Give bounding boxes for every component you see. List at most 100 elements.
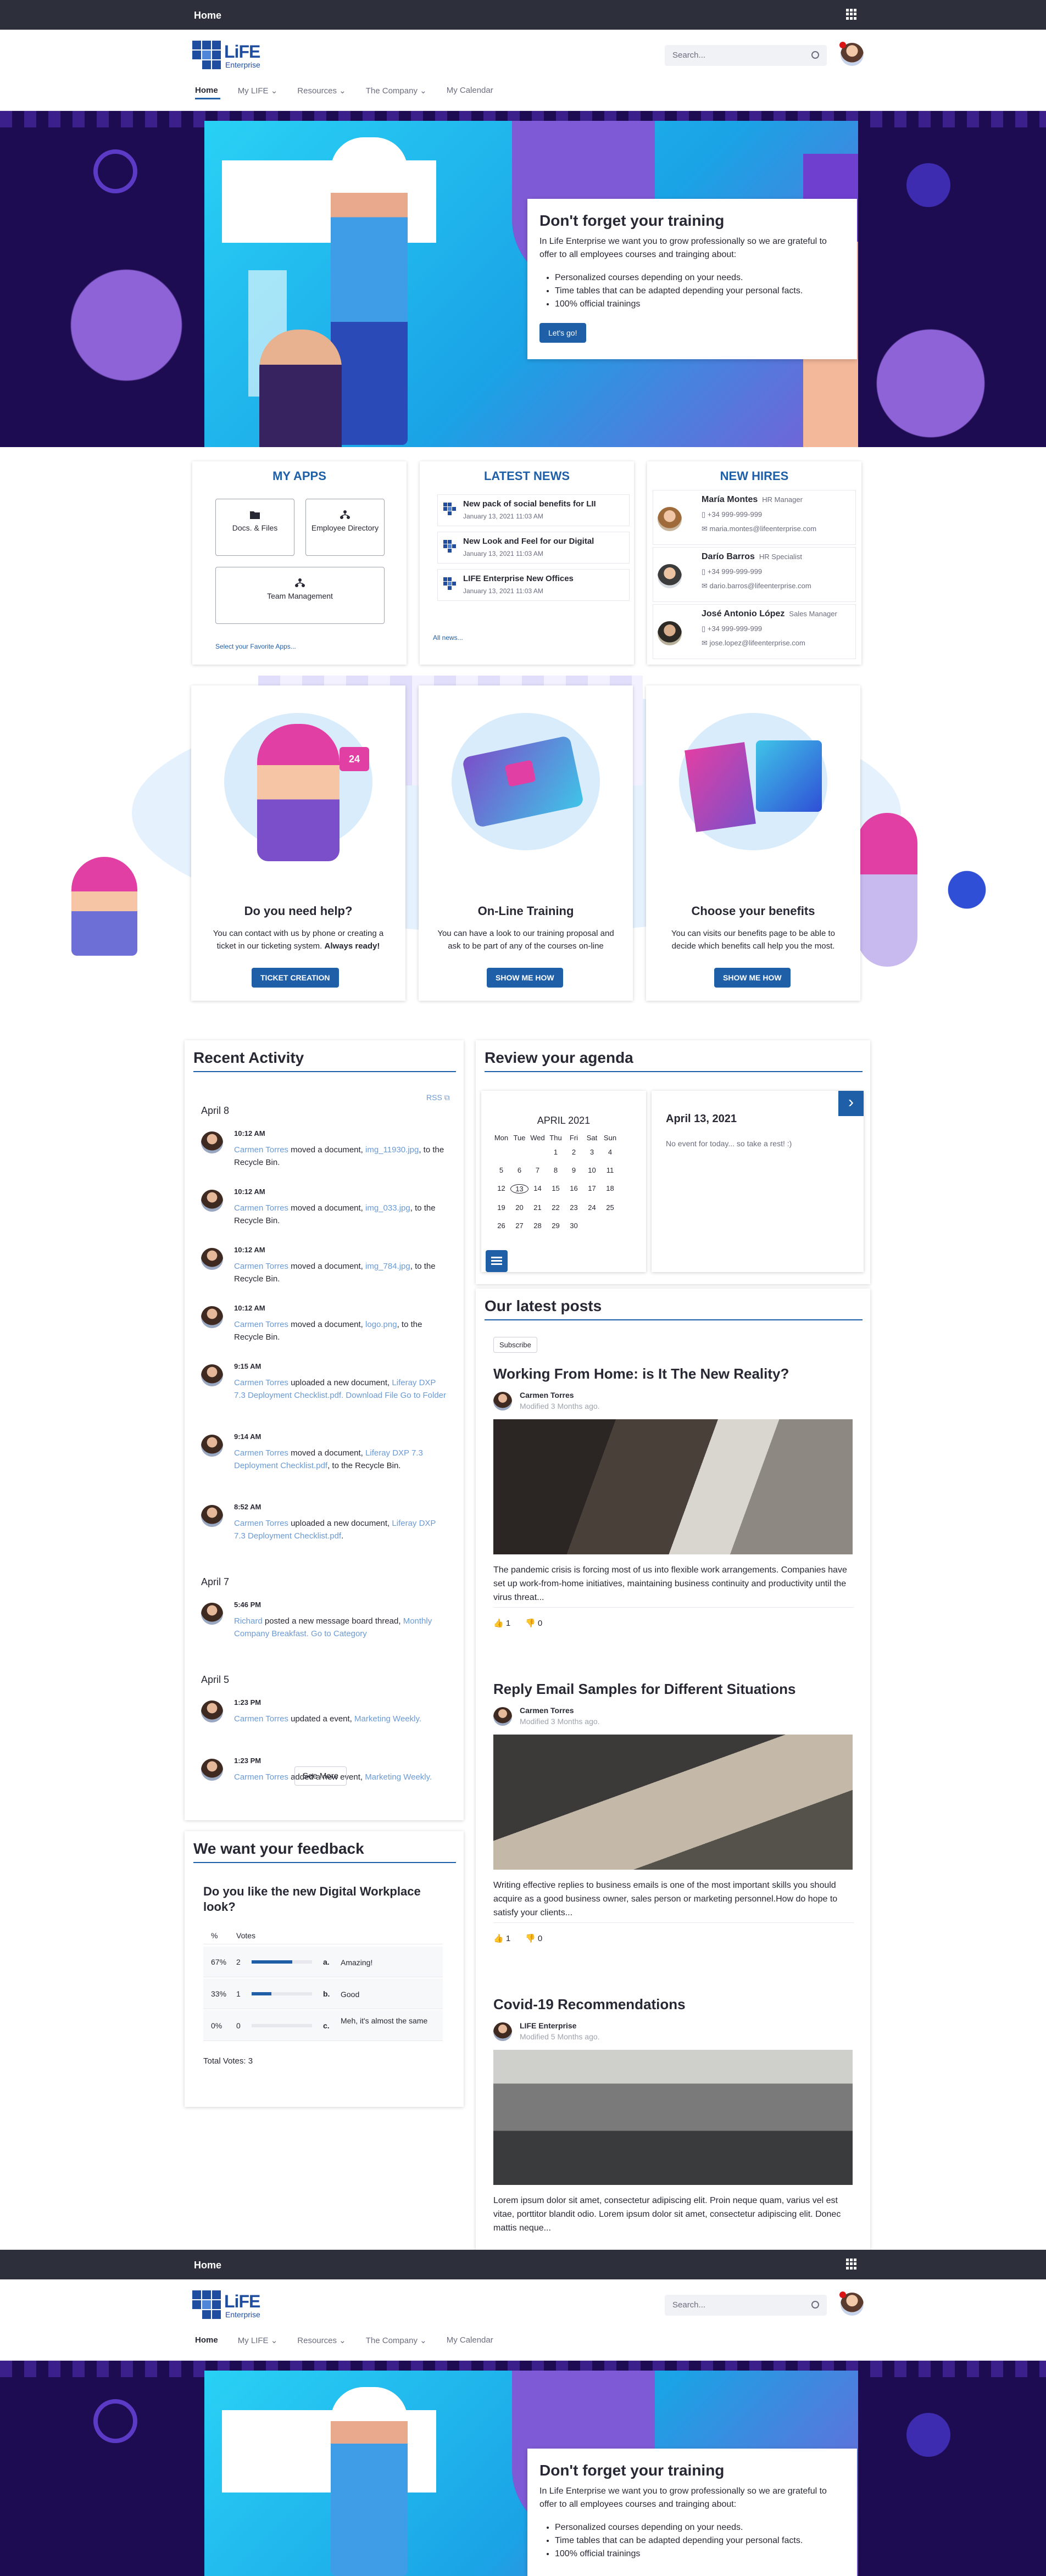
calendar-day[interactable]: 18 (601, 1184, 619, 1194)
calendar-day[interactable]: 15 (547, 1184, 565, 1194)
app-team-management[interactable]: Team Management (215, 567, 385, 624)
calendar-day[interactable]: 7 (528, 1166, 547, 1174)
activity-target-link[interactable]: Marketing Weekly. (354, 1714, 421, 1724)
calendar-day[interactable]: 19 (492, 1203, 510, 1212)
nav-my-life[interactable]: My LIFE ⌄ (238, 86, 278, 96)
show-me-how-button[interactable]: SHOW ME HOW (487, 968, 563, 988)
calendar-day[interactable]: 25 (601, 1203, 619, 1212)
post-title[interactable]: Reply Email Samples for Different Situat… (493, 1681, 795, 1698)
app-docs-files[interactable]: Docs. & Files (215, 499, 294, 556)
post-title[interactable]: Covid-19 Recommendations (493, 1996, 686, 2013)
post-image[interactable] (493, 1735, 853, 1870)
select-favorite-apps-link[interactable]: Select your Favorite Apps... (215, 643, 296, 650)
activity-target-link[interactable]: img_784.jpg (365, 1262, 410, 1271)
site-logo[interactable]: LiFE Enterprise (192, 41, 264, 69)
menu-icon[interactable] (486, 1250, 508, 1272)
news-item[interactable]: New Look and Feel for our Digital Januar… (437, 532, 630, 564)
search-icon[interactable] (811, 51, 819, 59)
activity-user-link[interactable]: Carmen Torres (234, 1448, 288, 1458)
activity-user-link[interactable]: Carmen Torres (234, 1378, 288, 1387)
calendar-day[interactable]: 16 (565, 1184, 583, 1194)
ticket-creation-button[interactable]: TICKET CREATION (252, 968, 339, 988)
calendar-day[interactable]: 17 (583, 1184, 601, 1194)
search-icon[interactable] (811, 2301, 819, 2309)
calendar-day[interactable]: 20 (510, 1203, 528, 1212)
activity-user-link[interactable]: Carmen Torres (234, 1320, 288, 1329)
activity-user-link[interactable]: Carmen Torres (234, 1714, 288, 1724)
like-button[interactable]: 👍 1 (493, 1618, 510, 1628)
see-more-button[interactable]: See More (294, 1766, 347, 1786)
subscribe-button[interactable]: Subscribe (493, 1337, 537, 1353)
post-title[interactable]: Working From Home: is It The New Reality… (493, 1365, 789, 1382)
all-news-link[interactable]: All news... (433, 634, 463, 642)
calendar-day[interactable]: 26 (492, 1222, 510, 1230)
user-avatar[interactable] (839, 2291, 864, 2316)
next-arrow-icon[interactable]: › (838, 1091, 864, 1116)
post-author[interactable]: Carmen Torres (520, 1706, 574, 1715)
activity-user-link[interactable]: Carmen Torres (234, 1262, 288, 1271)
topbar-home-link[interactable]: Home (194, 10, 221, 21)
nav-the-company[interactable]: The Company ⌄ (366, 2335, 427, 2345)
topbar-home-link[interactable]: Home (194, 2260, 221, 2271)
dislike-button[interactable]: 👎 0 (525, 1933, 542, 1943)
nav-home[interactable]: Home (195, 2335, 218, 2345)
like-button[interactable]: 👍 1 (493, 1933, 510, 1943)
calendar-day[interactable]: 2 (565, 1148, 583, 1156)
calendar-day[interactable]: 30 (565, 1222, 583, 1230)
calendar-day[interactable]: 4 (601, 1148, 619, 1156)
nav-the-company[interactable]: The Company ⌄ (366, 86, 427, 96)
calendar-day[interactable]: 24 (583, 1203, 601, 1212)
post-author[interactable]: LIFE Enterprise (520, 2021, 576, 2030)
site-logo[interactable]: LiFE Enterprise (192, 2290, 264, 2319)
hire-item[interactable]: José Antonio López Sales Manager ▯ +34 99… (653, 604, 856, 659)
nav-my-calendar[interactable]: My Calendar (447, 86, 493, 96)
lets-go-button[interactable]: Let's go! (539, 323, 586, 343)
dislike-button[interactable]: 👎 0 (525, 1618, 542, 1628)
activity-user-link[interactable]: Carmen Torres (234, 1145, 288, 1155)
calendar-day[interactable]: 11 (601, 1166, 619, 1174)
calendar-day[interactable]: 23 (565, 1203, 583, 1212)
nav-resources[interactable]: Resources ⌄ (297, 86, 346, 96)
calendar-day[interactable]: 3 (583, 1148, 601, 1156)
calendar-day[interactable]: 10 (583, 1166, 601, 1174)
news-item[interactable]: New pack of social benefits for LII Janu… (437, 494, 630, 526)
activity-user-link[interactable]: Carmen Torres (234, 1519, 288, 1528)
calendar-day[interactable]: 5 (492, 1166, 510, 1174)
nav-my-life[interactable]: My LIFE ⌄ (238, 2335, 278, 2345)
app-employee-directory[interactable]: Employee Directory (305, 499, 385, 556)
rss-link[interactable]: RSS ⧉ (426, 1093, 450, 1102)
post-image[interactable] (493, 2050, 853, 2185)
calendar-day[interactable]: 28 (528, 1222, 547, 1230)
apps-grid-icon[interactable] (846, 2259, 857, 2270)
activity-user-link[interactable]: Carmen Torres (234, 1772, 288, 1782)
show-me-how-button[interactable]: SHOW ME HOW (714, 968, 791, 988)
news-item[interactable]: LIFE Enterprise New Offices January 13, … (437, 569, 630, 601)
activity-user-link[interactable]: Carmen Torres (234, 1203, 288, 1213)
calendar-day[interactable]: 27 (510, 1222, 528, 1230)
search-input[interactable]: Search... (665, 2295, 827, 2316)
nav-resources[interactable]: Resources ⌄ (297, 2335, 346, 2345)
calendar-day[interactable]: 14 (528, 1184, 547, 1194)
hire-item[interactable]: Darío Barros HR Specialist ▯ +34 999-999-… (653, 547, 856, 602)
activity-user-link[interactable]: Richard (234, 1616, 263, 1626)
apps-grid-icon[interactable] (846, 9, 857, 20)
calendar-day[interactable]: 9 (565, 1166, 583, 1174)
calendar-day[interactable]: 1 (547, 1148, 565, 1156)
activity-target-link[interactable]: logo.png (365, 1320, 397, 1329)
user-avatar[interactable] (839, 42, 864, 66)
calendar-day[interactable]: 13 (510, 1184, 528, 1194)
calendar-day[interactable]: 8 (547, 1166, 565, 1174)
calendar-day[interactable]: 22 (547, 1203, 565, 1212)
activity-target-link[interactable]: img_11930.jpg (365, 1145, 419, 1155)
activity-target-link[interactable]: Marketing Weekly. (365, 1772, 432, 1782)
post-image[interactable] (493, 1419, 853, 1554)
calendar-day[interactable]: 29 (547, 1222, 565, 1230)
nav-my-calendar[interactable]: My Calendar (447, 2335, 493, 2345)
nav-home[interactable]: Home (195, 86, 218, 96)
post-author[interactable]: Carmen Torres (520, 1391, 574, 1399)
hire-item[interactable]: María Montes HR Manager ▯ +34 999-999-999… (653, 490, 856, 545)
calendar-day[interactable]: 12 (492, 1184, 510, 1194)
activity-target-link[interactable]: img_033.jpg (365, 1203, 410, 1213)
calendar-day[interactable]: 6 (510, 1166, 528, 1174)
calendar-day[interactable]: 21 (528, 1203, 547, 1212)
